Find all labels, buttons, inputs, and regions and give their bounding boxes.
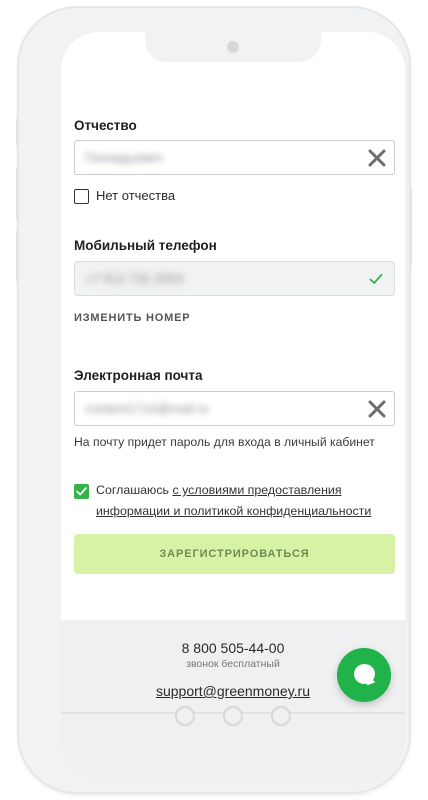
email-field[interactable]: content1710@mail.ru [74, 391, 395, 426]
phone-screen: Отчество Геннадьевич Нет отчества Мобиль… [61, 32, 405, 780]
close-icon[interactable] [368, 149, 386, 167]
chat-button[interactable] [337, 648, 391, 702]
volume-up-button [16, 168, 19, 220]
patronymic-label: Отчество [74, 118, 137, 133]
social-icon[interactable] [223, 706, 243, 726]
email-label: Электронная почта [74, 368, 203, 383]
agreement-text: Соглашаюсь с условиями предоставления ин… [96, 480, 386, 522]
register-button[interactable]: ЗАРЕГИСТРИРОВАТЬСЯ [74, 534, 395, 574]
mute-switch [16, 118, 19, 146]
checkmark-icon [369, 273, 383, 284]
camera [227, 41, 239, 53]
no-patronymic-label: Нет отчества [96, 188, 176, 203]
chat-bubble-tail [366, 677, 377, 688]
social-icon[interactable] [271, 706, 291, 726]
mobile-value: +7 912 732 2003 [85, 271, 183, 286]
change-number-link[interactable]: ИЗМЕНИТЬ НОМЕР [74, 312, 190, 324]
close-icon[interactable] [368, 400, 386, 418]
notch [145, 32, 321, 62]
email-value: content1710@mail.ru [85, 401, 209, 416]
patronymic-value: Геннадьевич [85, 150, 163, 165]
volume-down-button [16, 230, 19, 282]
no-patronymic-checkbox[interactable] [74, 189, 89, 204]
mobile-field: +7 912 732 2003 [74, 261, 395, 296]
email-hint: На почту придет пароль для входа в личны… [74, 435, 375, 449]
mobile-label: Мобильный телефон [74, 238, 217, 253]
checkmark-icon [76, 487, 87, 496]
power-button [409, 186, 412, 266]
agreement-checkbox[interactable] [74, 484, 89, 499]
agreement-prefix: Соглашаюсь [96, 483, 173, 497]
phone-frame: Отчество Геннадьевич Нет отчества Мобиль… [16, 8, 412, 792]
social-icon[interactable] [175, 706, 195, 726]
patronymic-field[interactable]: Геннадьевич [74, 140, 395, 175]
